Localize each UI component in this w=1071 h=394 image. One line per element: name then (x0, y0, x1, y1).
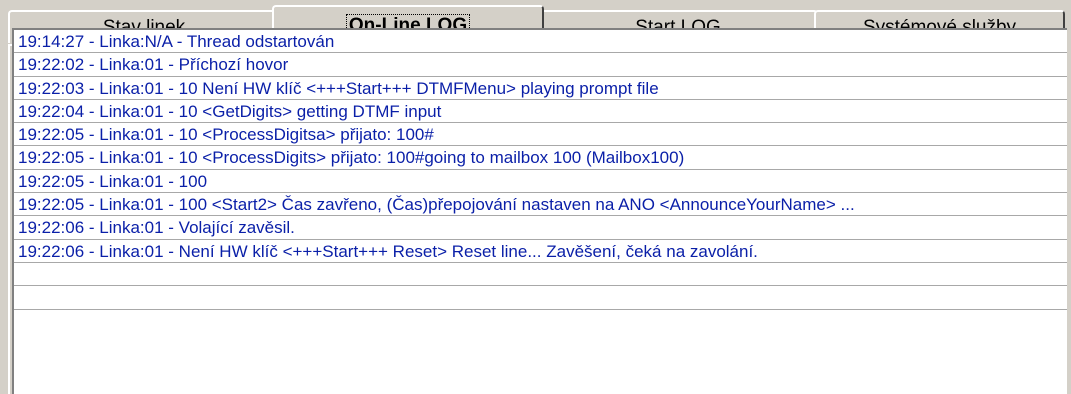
log-entry[interactable]: 19:22:02 - Linka:01 - Příchozí hovor (14, 53, 1067, 77)
log-entry[interactable]: 19:22:05 - Linka:01 - 10 <ProcessDigits>… (14, 146, 1067, 170)
log-entry[interactable]: 19:22:05 - Linka:01 - 100 (14, 170, 1067, 194)
log-entry[interactable]: 19:22:05 - Linka:01 - 10 <ProcessDigitsa… (14, 123, 1067, 147)
window: Stav linek Start LOG Systémové služby On… (0, 0, 1071, 394)
log-entry-empty[interactable] (14, 286, 1067, 310)
log-listbox[interactable]: 19:14:27 - Linka:N/A - Thread odstartová… (12, 28, 1067, 394)
log-entry-empty[interactable] (14, 263, 1067, 287)
log-entry[interactable]: 19:22:03 - Linka:01 - 10 Není HW klíč <+… (14, 77, 1067, 100)
log-entry[interactable]: 19:22:06 - Linka:01 - Není HW klíč <+++S… (14, 240, 1067, 263)
log-entry[interactable]: 19:14:27 - Linka:N/A - Thread odstartová… (14, 30, 1067, 54)
log-entry[interactable]: 19:22:04 - Linka:01 - 10 <GetDigits> get… (14, 100, 1067, 124)
log-entry[interactable]: 19:22:06 - Linka:01 - Volající zavěsil. (14, 216, 1067, 240)
log-entry[interactable]: 19:22:05 - Linka:01 - 100 <Start2> Čas z… (14, 193, 1067, 217)
